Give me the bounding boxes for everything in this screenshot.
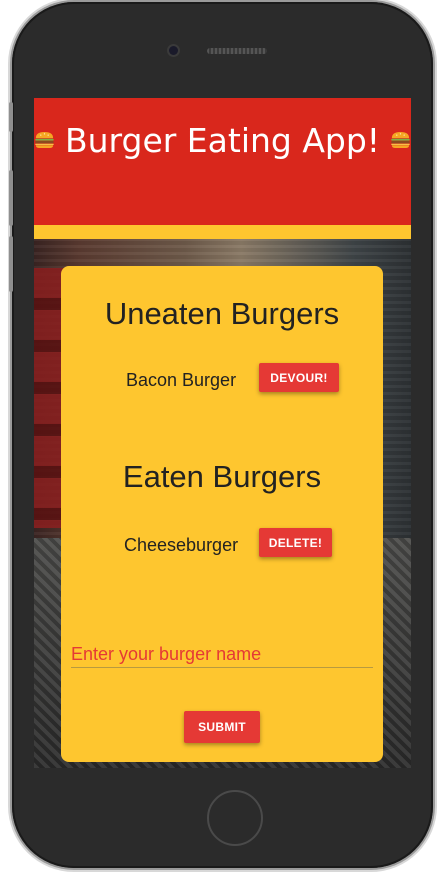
burger-name-input[interactable] (71, 641, 373, 668)
side-button (9, 236, 13, 292)
home-button[interactable] (207, 790, 263, 846)
app-screen: Burger Eating App! Uneaten Burgers Bacon… (34, 98, 411, 768)
eaten-title: Eaten Burgers (122, 459, 322, 494)
devour-button[interactable]: DEVOUR! (259, 363, 339, 392)
page-title: Burger Eating App! (64, 120, 381, 160)
camera-icon (169, 46, 178, 55)
app-header: Burger Eating App! (34, 98, 411, 239)
uneaten-title: Uneaten Burgers (104, 296, 340, 331)
burger-icon (35, 131, 54, 149)
burger-icon (391, 131, 410, 149)
submit-button[interactable]: SUBMIT (184, 711, 260, 743)
side-button (9, 102, 13, 132)
eaten-burger-name: Cheeseburger (124, 535, 239, 555)
speaker-grille (207, 48, 267, 54)
uneaten-burger-name: Bacon Burger (126, 370, 237, 390)
delete-button[interactable]: DELETE! (259, 528, 332, 557)
burger-card: Uneaten Burgers Bacon Burger DEVOUR! Eat… (61, 266, 383, 762)
side-button (9, 170, 13, 226)
